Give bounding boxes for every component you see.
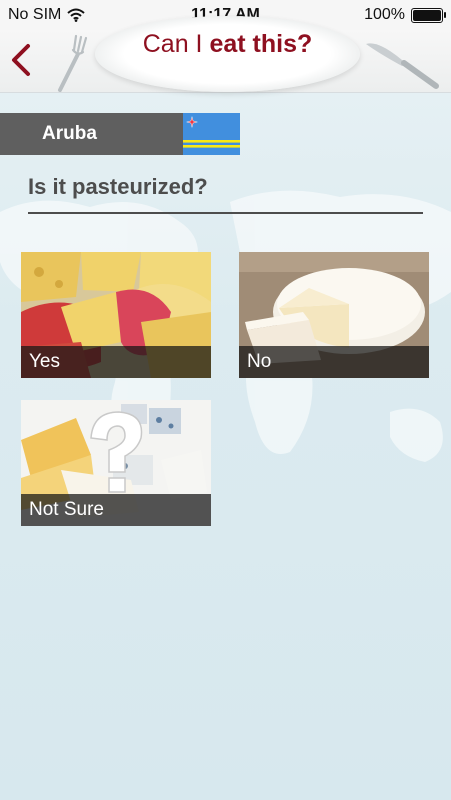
status-right: 100%	[364, 6, 446, 24]
battery-percent: 100%	[364, 6, 405, 23]
question-heading: Is it pasteurized?	[28, 174, 208, 199]
knife-icon	[366, 43, 439, 89]
country-banner: Aruba	[0, 113, 183, 155]
logo-prefix: Can I	[142, 30, 210, 58]
fork-icon	[58, 34, 88, 92]
option-yes-button[interactable]: Yes	[21, 252, 211, 378]
aruba-flag-icon	[183, 113, 240, 155]
question-divider	[28, 212, 423, 214]
nav-bar: Can I eat this?	[0, 16, 451, 93]
option-no-button[interactable]: No	[239, 252, 429, 378]
battery-icon	[411, 7, 446, 23]
country-name: Aruba	[42, 123, 97, 144]
option-not-sure-label: Not Sure	[21, 494, 211, 526]
option-no-label: No	[239, 346, 429, 378]
option-not-sure-button[interactable]: Not Sure	[21, 400, 211, 526]
option-yes-label: Yes	[21, 346, 211, 378]
logo-plate: Can I eat this?	[95, 16, 360, 92]
back-button[interactable]	[8, 42, 36, 78]
logo-main: eat this?	[209, 30, 313, 58]
app-logo: Can I eat this?	[95, 30, 360, 59]
battery-level-fill	[413, 9, 441, 21]
